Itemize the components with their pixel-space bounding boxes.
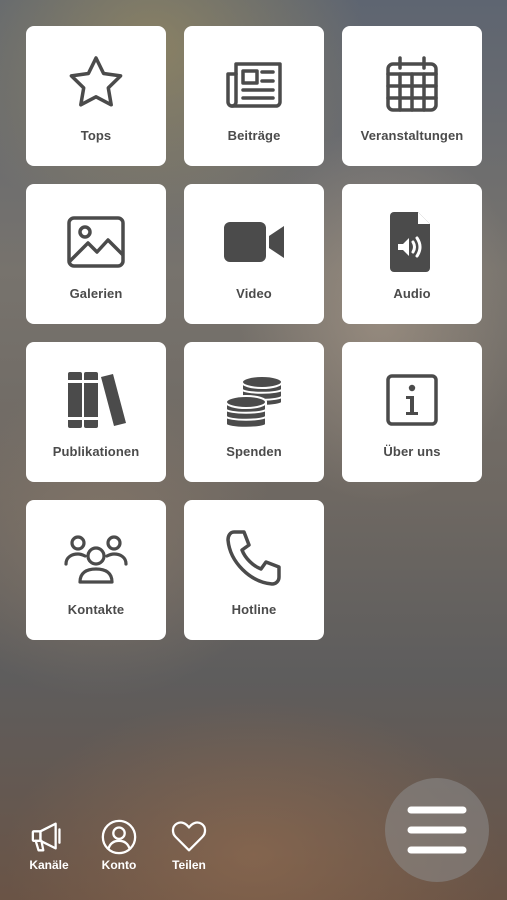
megaphone-icon — [31, 822, 61, 852]
tile-galerien[interactable]: Galerien — [26, 184, 166, 324]
nav-label: Teilen — [172, 858, 206, 872]
phone-icon — [222, 526, 286, 590]
video-camera-icon — [222, 210, 286, 274]
tile-label: Kontakte — [67, 602, 125, 617]
tile-kontakte[interactable]: Kontakte — [26, 500, 166, 640]
tile-label: Über uns — [383, 444, 441, 459]
tile-publikationen[interactable]: Publikationen — [26, 342, 166, 482]
tile-tops[interactable]: Tops — [26, 26, 166, 166]
nav-label: Konto — [101, 858, 137, 872]
tile-label: Beiträge — [227, 128, 281, 143]
tile-video[interactable]: Video — [184, 184, 324, 324]
tile-ueber-uns[interactable]: Über uns — [342, 342, 482, 482]
nav-kanaele[interactable]: Kanäle — [20, 818, 78, 872]
tile-label: Galerien — [69, 286, 123, 301]
tile-hotline[interactable]: Hotline — [184, 500, 324, 640]
tile-label: Audio — [393, 286, 431, 301]
tile-label: Tops — [80, 128, 112, 143]
nav-konto[interactable]: Konto — [90, 818, 148, 872]
nav-teilen[interactable]: Teilen — [160, 818, 218, 872]
users-icon — [64, 526, 128, 590]
tile-beitraege[interactable]: Beiträge — [184, 26, 324, 166]
hamburger-menu-icon — [407, 806, 467, 854]
tile-veranstaltungen[interactable]: Veranstaltungen — [342, 26, 482, 166]
tile-label: Publikationen — [52, 444, 140, 459]
tile-audio[interactable]: Audio — [342, 184, 482, 324]
bottom-nav: Kanäle Konto Teilen — [20, 818, 218, 872]
newspaper-icon — [222, 52, 286, 116]
info-icon — [380, 368, 444, 432]
calendar-icon — [380, 52, 444, 116]
menu-grid: Tops Beiträge Veranstaltungen Galerien V… — [26, 26, 482, 640]
nav-label: Kanäle — [29, 858, 69, 872]
audio-file-icon — [380, 210, 444, 274]
tile-label: Spenden — [226, 444, 282, 459]
image-icon — [64, 210, 128, 274]
coins-icon — [222, 368, 286, 432]
user-circle-icon — [101, 819, 137, 855]
heart-icon — [171, 821, 207, 852]
books-icon — [64, 368, 128, 432]
tile-label: Video — [236, 286, 272, 301]
menu-button[interactable] — [385, 778, 489, 882]
tile-label: Hotline — [231, 602, 277, 617]
tile-spenden[interactable]: Spenden — [184, 342, 324, 482]
star-icon — [64, 52, 128, 116]
tile-label: Veranstaltungen — [360, 128, 464, 143]
